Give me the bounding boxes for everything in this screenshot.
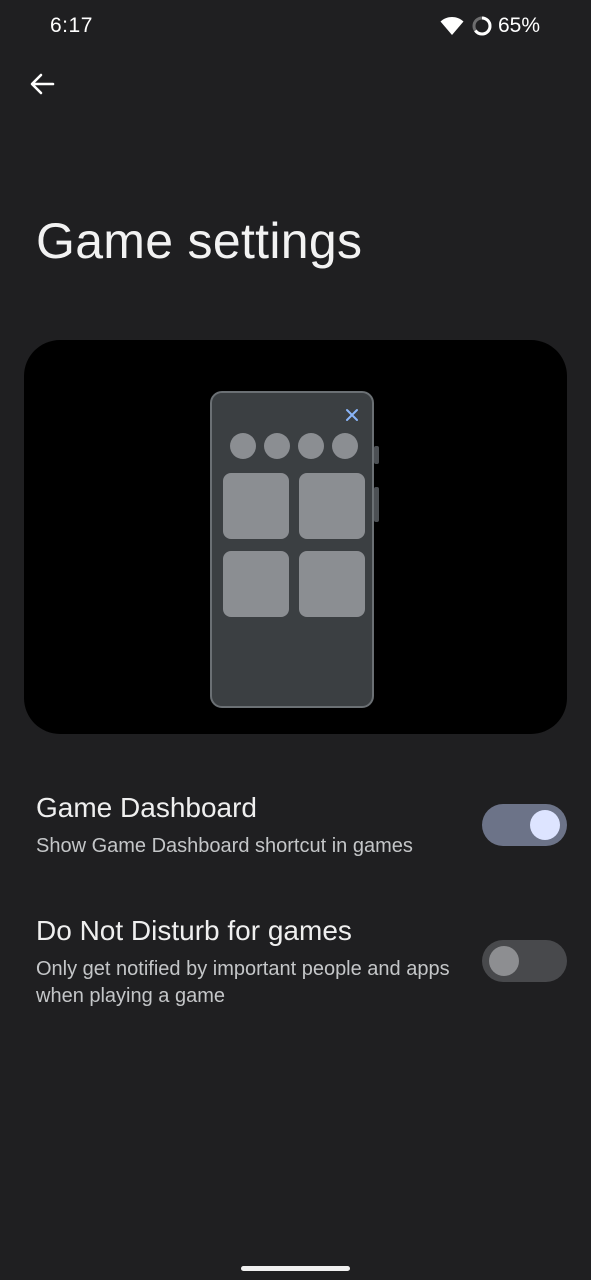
shortcut-dot [298, 433, 324, 459]
game-dashboard-illustration [24, 340, 567, 734]
gesture-nav-handle[interactable] [241, 1266, 350, 1271]
wifi-icon [440, 16, 464, 36]
shortcut-dot [264, 433, 290, 459]
page-title: Game settings [36, 213, 363, 269]
shortcut-dots [230, 433, 358, 459]
status-time: 6:17 [50, 14, 93, 37]
status-bar: 6:17 65% [0, 0, 591, 56]
dashboard-tile [223, 473, 289, 539]
battery-icon [471, 15, 493, 37]
dashboard-tile [223, 551, 289, 617]
phone-volume-button [374, 446, 379, 464]
back-button[interactable] [20, 64, 64, 108]
do-not-disturb-toggle[interactable] [482, 940, 567, 982]
shortcut-dot [230, 433, 256, 459]
phone-power-button [374, 487, 379, 522]
shortcut-dot [332, 433, 358, 459]
dashboard-tile [299, 473, 365, 539]
battery-percent: 65% [498, 14, 541, 37]
setting-subtitle: Only get notified by important people an… [36, 958, 450, 1007]
dashboard-tile [299, 551, 365, 617]
toggle-knob [489, 946, 519, 976]
setting-title: Game Dashboard [36, 792, 258, 823]
setting-subtitle: Show Game Dashboard shortcut in games [36, 835, 413, 857]
arrow-left-icon [28, 70, 56, 103]
close-icon [344, 407, 360, 423]
toggle-knob [530, 810, 560, 840]
game-dashboard-toggle[interactable] [482, 804, 567, 846]
phone-mockup [210, 391, 379, 708]
setting-title: Do Not Disturb for games [36, 915, 352, 946]
